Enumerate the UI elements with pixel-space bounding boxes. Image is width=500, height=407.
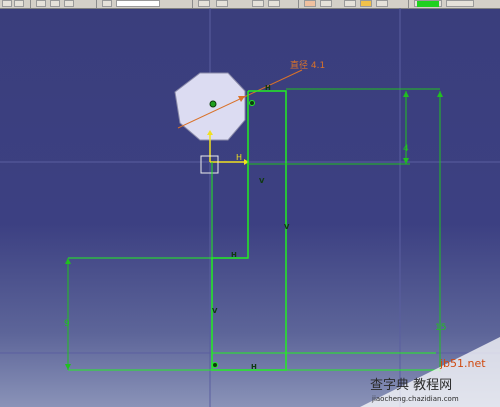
print-icon[interactable] (14, 0, 24, 7)
constraint-icon[interactable] (344, 0, 356, 7)
constraint-marker-v[interactable]: V (284, 223, 290, 231)
dimension-arrow (403, 91, 409, 97)
pencil-icon[interactable] (102, 0, 112, 7)
h-axis-label: H (236, 153, 242, 162)
color-dropdown[interactable] (414, 0, 442, 7)
dimension-arrow (437, 91, 443, 97)
linetype-dropdown[interactable] (446, 0, 474, 7)
constraint-marker-h[interactable]: H (251, 363, 257, 371)
redo-icon[interactable] (50, 0, 60, 7)
spline-icon[interactable] (216, 0, 228, 7)
color-swatch (417, 1, 439, 7)
watermark-url: jiaocheng.chazidian.com (371, 395, 459, 403)
watermark-text: 查字典 教程网 (370, 377, 452, 393)
constraint-marker-h[interactable]: H (231, 251, 237, 259)
analysis-icon[interactable] (376, 0, 388, 7)
toolbar-separator (298, 0, 299, 8)
dimension-icon[interactable] (360, 0, 372, 7)
watermark-site: jb51.net (439, 357, 486, 370)
dimension-arrow (65, 258, 71, 264)
coincidence-marker[interactable] (212, 362, 218, 368)
zoom-icon[interactable] (252, 0, 264, 7)
copy-icon[interactable] (64, 0, 74, 7)
toolbar-separator (192, 0, 193, 8)
watermark: jb51.net 查字典 教程网 jiaocheng.chazidian.com (360, 337, 500, 407)
dimension-arrow (403, 158, 409, 164)
toolbar-separator (30, 0, 31, 8)
toolbar-separator (96, 0, 97, 8)
file-icon[interactable] (2, 0, 12, 7)
dimension-label-9[interactable]: 9 (64, 319, 70, 329)
toolbar-separator (408, 0, 409, 8)
center-point[interactable] (209, 100, 217, 108)
watermark-graphic: jb51.net 查字典 教程网 jiaocheng.chazidian.com (360, 337, 500, 407)
constraint-marker-v[interactable]: V (259, 177, 265, 185)
select-dropdown[interactable] (116, 0, 160, 7)
dimension-arrow (65, 364, 71, 370)
octagon-shape[interactable] (174, 72, 246, 141)
diameter-label[interactable]: 直径 4.1 (290, 59, 325, 71)
dimension-label-15[interactable]: 15 (435, 323, 446, 333)
constraint-marker-v[interactable]: V (212, 307, 218, 315)
zoom-out-icon[interactable] (268, 0, 280, 7)
grid-icon[interactable] (304, 0, 316, 7)
coincidence-marker[interactable] (249, 100, 255, 106)
undo-icon[interactable] (36, 0, 46, 7)
curve-icon[interactable] (198, 0, 210, 7)
sketch-viewport[interactable]: 直径 4.1 H 4 9 15 H V V H V H jb51.net 查字典… (0, 8, 500, 407)
snap-icon[interactable] (320, 0, 332, 7)
constraint-marker-h[interactable]: H (265, 84, 271, 92)
dimension-label-4[interactable]: 4 (403, 144, 409, 154)
